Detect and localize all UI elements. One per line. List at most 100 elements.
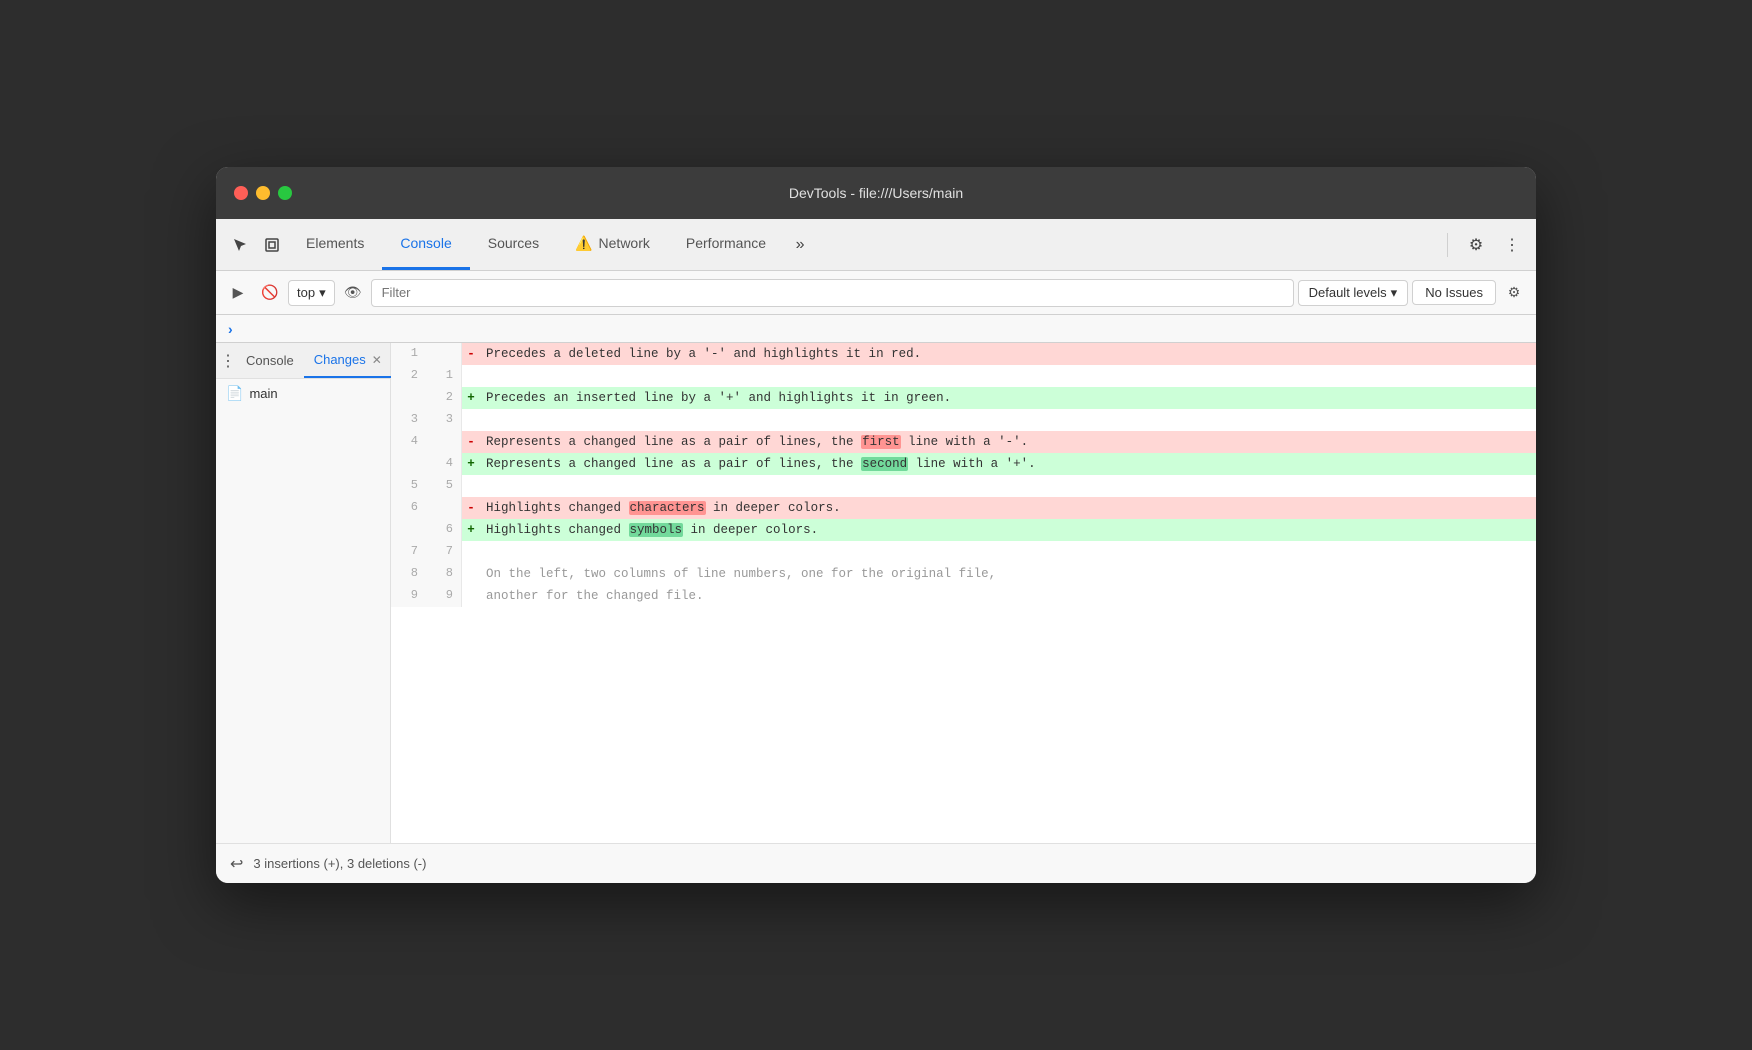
diff-marker: -	[462, 497, 480, 519]
main-content: ⋮ Console Changes ✕ ✕ 📄 main 1 - Precedes …	[216, 343, 1536, 843]
diff-line: 4 -Represents a changed line as a pair of…	[391, 431, 1536, 453]
highlight-del: characters	[629, 501, 706, 515]
diff-text	[480, 475, 1536, 497]
line-numbers: 4	[391, 453, 462, 475]
new-line-num: 4	[426, 453, 461, 475]
old-line-num	[391, 387, 426, 409]
diff-marker	[462, 365, 480, 387]
footer: ↩ 3 insertions (+), 3 deletions (-)	[216, 843, 1536, 883]
tab-console-panel[interactable]: Console	[236, 343, 304, 378]
diff-text	[480, 365, 1536, 387]
filter-input[interactable]	[371, 279, 1294, 307]
console-settings-icon[interactable]: ⚙	[1500, 279, 1528, 307]
diff-line: 33	[391, 409, 1536, 431]
window-title: DevTools - file:///Users/main	[789, 185, 963, 201]
panel-menu-icon[interactable]: ⋮	[220, 349, 236, 373]
old-line-num: 7	[391, 541, 426, 563]
diff-line: 88On the left, two columns of line numbe…	[391, 563, 1536, 585]
highlight-ins: second	[861, 457, 908, 471]
clear-console-icon[interactable]: 🚫	[256, 279, 284, 307]
inspect-icon[interactable]	[256, 229, 288, 261]
new-line-num: 3	[426, 409, 461, 431]
diff-line: 1-Precedes a deleted line by a '-' and h…	[391, 343, 1536, 365]
breadcrumb-arrow-icon: ›	[228, 321, 233, 337]
diff-marker	[462, 563, 480, 585]
cursor-icon[interactable]	[224, 229, 256, 261]
highlight-ins: symbols	[629, 523, 684, 537]
no-issues-button[interactable]: No Issues	[1412, 280, 1496, 305]
log-levels-dropdown[interactable]: Default levels ▾	[1298, 280, 1409, 306]
diff-marker: +	[462, 387, 480, 409]
more-tabs-button[interactable]: »	[784, 229, 816, 261]
diff-line: 77	[391, 541, 1536, 563]
menu-icon[interactable]: ⋮	[1496, 229, 1528, 261]
new-line-num: 6	[426, 519, 461, 541]
diff-marker: -	[462, 431, 480, 453]
minimize-button[interactable]	[256, 186, 270, 200]
diff-line: 99another for the changed file.	[391, 585, 1536, 607]
panel-tabs: ⋮ Console Changes ✕ ✕	[216, 343, 390, 379]
old-line-num: 8	[391, 563, 426, 585]
old-line-num: 2	[391, 365, 426, 387]
diff-text	[480, 541, 1536, 563]
file-icon: 📄	[226, 385, 243, 402]
diff-line: 6+Highlights changed symbols in deeper c…	[391, 519, 1536, 541]
tab-changes-panel[interactable]: Changes ✕	[304, 343, 392, 378]
diff-text: Represents a changed line as a pair of l…	[480, 431, 1536, 453]
old-line-num: 9	[391, 585, 426, 607]
main-toolbar: Elements Console Sources ⚠️ Network Perf…	[216, 219, 1536, 271]
settings-icon[interactable]: ⚙	[1460, 229, 1492, 261]
live-expression-icon[interactable]: 👁	[339, 279, 367, 307]
run-script-icon[interactable]: ▶	[224, 279, 252, 307]
diff-text: Highlights changed symbols in deeper col…	[480, 519, 1536, 541]
diff-marker	[462, 409, 480, 431]
undo-icon[interactable]: ↩	[230, 854, 243, 874]
diff-text: Highlights changed characters in deeper …	[480, 497, 1536, 519]
line-numbers: 33	[391, 409, 462, 431]
diff-line: 55	[391, 475, 1536, 497]
old-line-num	[391, 519, 426, 541]
line-numbers: 88	[391, 563, 462, 585]
old-line-num	[391, 453, 426, 475]
diff-marker: +	[462, 519, 480, 541]
diff-text	[480, 409, 1536, 431]
new-line-num	[426, 343, 461, 365]
diff-marker	[462, 541, 480, 563]
line-numbers: 21	[391, 365, 462, 387]
new-line-num: 7	[426, 541, 461, 563]
line-numbers: 1	[391, 343, 462, 365]
context-label: top	[297, 285, 315, 300]
old-line-num: 3	[391, 409, 426, 431]
new-line-num: 1	[426, 365, 461, 387]
separator	[1447, 233, 1448, 257]
diff-text: Precedes a deleted line by a '-' and hig…	[480, 343, 1536, 365]
diff-line: 21	[391, 365, 1536, 387]
tab-sources[interactable]: Sources	[470, 219, 557, 270]
line-numbers: 4	[391, 431, 462, 453]
dropdown-arrow-icon: ▾	[319, 285, 326, 301]
log-levels-label: Default levels	[1309, 285, 1387, 300]
tab-console[interactable]: Console	[382, 219, 469, 270]
diff-text: another for the changed file.	[480, 585, 1536, 607]
line-numbers: 6	[391, 497, 462, 519]
close-changes-tab-icon[interactable]: ✕	[372, 353, 382, 367]
footer-summary: 3 insertions (+), 3 deletions (-)	[253, 856, 426, 871]
new-line-num: 2	[426, 387, 461, 409]
tab-performance[interactable]: Performance	[668, 219, 784, 270]
tab-network[interactable]: ⚠️ Network	[557, 219, 668, 270]
diff-viewer: 1 - Precedes a deleted line by a '-' and h…	[391, 343, 1536, 843]
close-button[interactable]	[234, 186, 248, 200]
devtools-window: DevTools - file:///Users/main Elements C…	[216, 167, 1536, 883]
old-line-num: 4	[391, 431, 426, 453]
maximize-button[interactable]	[278, 186, 292, 200]
new-line-num	[426, 497, 461, 519]
network-warning-icon: ⚠️	[575, 235, 592, 252]
breadcrumb-bar: ›	[216, 315, 1536, 343]
line-numbers: 2	[391, 387, 462, 409]
main-tabs: Elements Console Sources ⚠️ Network Perf…	[288, 219, 1439, 270]
context-dropdown[interactable]: top ▾	[288, 280, 335, 306]
line-numbers: 6	[391, 519, 462, 541]
file-item-main[interactable]: 📄 main	[216, 379, 390, 408]
new-line-num: 5	[426, 475, 461, 497]
tab-elements[interactable]: Elements	[288, 219, 382, 270]
